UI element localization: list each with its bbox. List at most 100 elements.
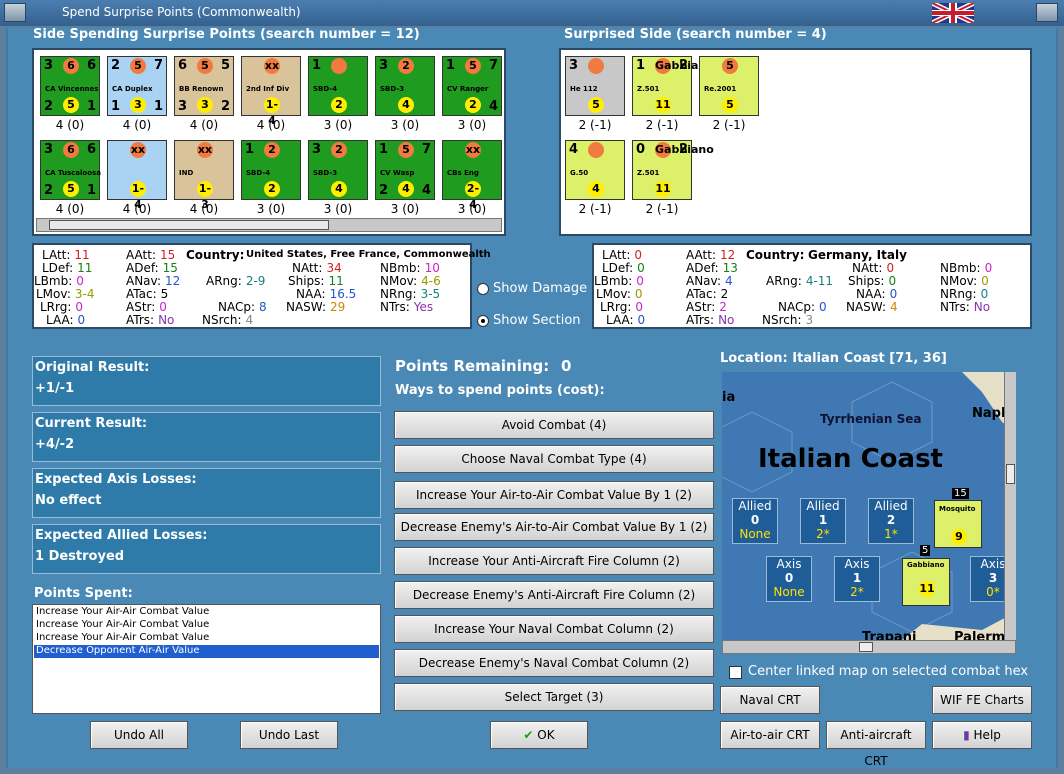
stat-value: 12	[720, 248, 736, 262]
stat-key: NASW:	[286, 300, 327, 314]
uk-flag-icon	[932, 3, 974, 23]
show-damage-label[interactable]: Show Damage	[493, 281, 587, 296]
stat-item: NSrch: 4	[202, 313, 253, 327]
undo-all-button[interactable]: Undo All	[90, 721, 188, 749]
counter-caption: 4 (0)	[189, 118, 219, 132]
counter-top: 2	[398, 58, 414, 74]
wif-charts-button[interactable]: WIF FE Charts	[932, 686, 1032, 714]
way-button[interactable]: Increase Your Air-to-Air Combat Value By…	[394, 481, 714, 509]
stat-key: NBmb:	[380, 261, 421, 275]
counter-caption: 2 (-1)	[645, 118, 679, 132]
counter-bottom: 2-4	[465, 181, 481, 211]
counter-top: Gabbiano	[655, 58, 714, 74]
counter-value: 1	[86, 99, 96, 114]
unit-counter[interactable]: xx 2-4 CBs Eng	[442, 140, 502, 211]
stat-value: 2	[719, 300, 727, 314]
way-button[interactable]: Increase Your Anti-Aircraft Fire Column …	[394, 547, 714, 575]
way-button[interactable]: Increase Your Naval Combat Column (2)	[394, 615, 714, 643]
current-result: Current Result: +4/-2	[32, 412, 381, 462]
spent-list-item[interactable]: Increase Your Air-Air Combat Value	[34, 619, 379, 632]
spent-list-item[interactable]: Increase Your Air-Air Combat Value	[34, 632, 379, 645]
points-spent-list[interactable]: Increase Your Air-Air Combat Value Increa…	[32, 604, 381, 714]
way-button[interactable]: Decrease Enemy's Anti-Aircraft Fire Colu…	[394, 581, 714, 609]
unit-counter[interactable]: 2 7 1 1 5 3 CA Duplex	[107, 56, 167, 116]
counter-caption: 3 (0)	[323, 118, 353, 132]
counter-value: 2	[379, 183, 389, 198]
spent-list-item[interactable]: Increase Your Air-Air Combat Value	[34, 606, 379, 619]
country-label: Country:	[186, 248, 245, 262]
undo-last-button[interactable]: Undo Last	[240, 721, 338, 749]
way-button[interactable]: Select Target (3)	[394, 683, 714, 711]
close-window-button[interactable]	[1036, 3, 1058, 22]
axis-box[interactable]: Axis 1 2*	[834, 556, 880, 602]
stat-value: 4-6	[421, 274, 441, 288]
unit-counter[interactable]: 3 2 4 SBD-3	[308, 140, 368, 200]
stat-key: LMov:	[36, 287, 71, 301]
unit-counter[interactable]: 1 2 SBD-4	[308, 56, 368, 116]
unit-counter[interactable]: 6 5 3 2 5 3 BB Renown	[174, 56, 234, 116]
unit-counter[interactable]: xx 1-3 IND	[174, 140, 234, 211]
map-vertical-scrollbar[interactable]	[1004, 372, 1016, 640]
unit-counter[interactable]: 3 5 He 112	[565, 56, 625, 116]
unit-counter[interactable]: 3 6 2 1 6 5 CA Tuscaloosa	[40, 140, 101, 200]
stat-item: ATac: 5	[126, 287, 168, 301]
system-menu-icon[interactable]	[4, 3, 26, 22]
show-section-radio[interactable]	[477, 315, 489, 327]
stat-key: NAtt:	[852, 261, 883, 275]
stat-value: 15	[160, 248, 176, 262]
stat-key: LBmb:	[594, 274, 633, 288]
spent-list-item[interactable]: Decrease Opponent Air-Air Value	[34, 645, 379, 658]
air-to-air-crt-button[interactable]: Air-to-air CRT	[720, 721, 820, 749]
unit-counter[interactable]: 0 2 Gabbiano 11 Z.501	[632, 140, 714, 200]
counter-bottom: 2	[264, 181, 280, 197]
stat-item: ANav: 12	[126, 274, 180, 288]
axis-box-text: None	[773, 585, 805, 599]
unit-counter[interactable]: 5 5 Re.2001	[699, 56, 759, 116]
way-button[interactable]: Avoid Combat (4)	[394, 411, 714, 439]
show-damage-radio[interactable]	[477, 283, 489, 295]
way-button[interactable]: Decrease Enemy's Naval Combat Column (2)	[394, 649, 714, 677]
allied-box[interactable]: Allied 1 2*	[800, 498, 846, 544]
unit-counter[interactable]: 1 7 4 5 2 CV Ranger	[442, 56, 502, 116]
allied-box-text: 0	[750, 513, 760, 527]
counter-caption: 4 (0)	[55, 118, 85, 132]
help-button[interactable]: ▮ Help	[932, 721, 1032, 749]
unit-counter[interactable]: xx 1-4 2nd Inf Div	[241, 56, 301, 127]
naval-crt-button[interactable]: Naval CRT	[720, 686, 820, 714]
axis-box-text: Axis	[844, 557, 870, 571]
way-button[interactable]: Choose Naval Combat Type (4)	[394, 445, 714, 473]
allied-box[interactable]: Allied 0 None	[732, 498, 778, 544]
anti-aircraft-crt-button[interactable]: Anti-aircraft CRT	[826, 721, 926, 768]
map-horizontal-scrollbar[interactable]	[722, 640, 1016, 654]
stat-item: AAtt: 15	[126, 248, 175, 262]
stat-item: NAA: 16.5	[296, 287, 356, 301]
unit-counter[interactable]: 3 6 2 1 6 5 CA Vincennes	[40, 56, 100, 116]
mosquito-counter[interactable]: Mosquito 9	[934, 500, 982, 548]
counter-value: 4	[569, 142, 579, 157]
stat-item: NTrs: No	[940, 300, 990, 314]
unit-counter[interactable]: 4 4 G.50	[565, 140, 625, 200]
ok-button[interactable]: ✔ OK	[490, 721, 588, 749]
unit-counter[interactable]: 1 2 2 SBD-4	[241, 140, 301, 200]
map-view[interactable]: ia Tyrrhenian Sea Napl Italian Coast Tra…	[722, 372, 1016, 640]
unit-counter[interactable]: xx 1-4	[107, 140, 167, 211]
unit-counter[interactable]: 1 2 Gabbiano 11 Z.501	[632, 56, 714, 116]
way-button[interactable]: Decrease Enemy's Air-to-Air Combat Value…	[394, 513, 714, 541]
unit-counter[interactable]: 1 7 2 4 5 4 CV Wasp	[375, 140, 435, 200]
axis-box[interactable]: Axis 0 None	[766, 556, 812, 602]
horizontal-scrollbar[interactable]	[36, 218, 502, 232]
unit-counter[interactable]: 3 2 4 SBD-3	[375, 56, 435, 116]
scrollbar-thumb[interactable]	[49, 220, 329, 230]
show-section-label[interactable]: Show Section	[493, 313, 581, 328]
counter-top: 6	[63, 142, 79, 158]
center-link-label[interactable]: Center linked map on selected combat hex	[748, 664, 1028, 679]
center-link-checkbox[interactable]	[729, 666, 742, 679]
gabbiano-counter[interactable]: Gabbiano 11	[902, 558, 950, 606]
stat-key: NSrch:	[762, 313, 802, 327]
stat-value: 0	[984, 261, 993, 275]
counter-top: 5	[398, 142, 414, 158]
stat-item: NAtt: 34	[292, 261, 342, 275]
allied-box[interactable]: Allied 2 1*	[868, 498, 914, 544]
stat-item: LAA: 0	[46, 313, 85, 327]
spending-stats-panel: Country: United States, Free France, Com…	[32, 243, 491, 329]
